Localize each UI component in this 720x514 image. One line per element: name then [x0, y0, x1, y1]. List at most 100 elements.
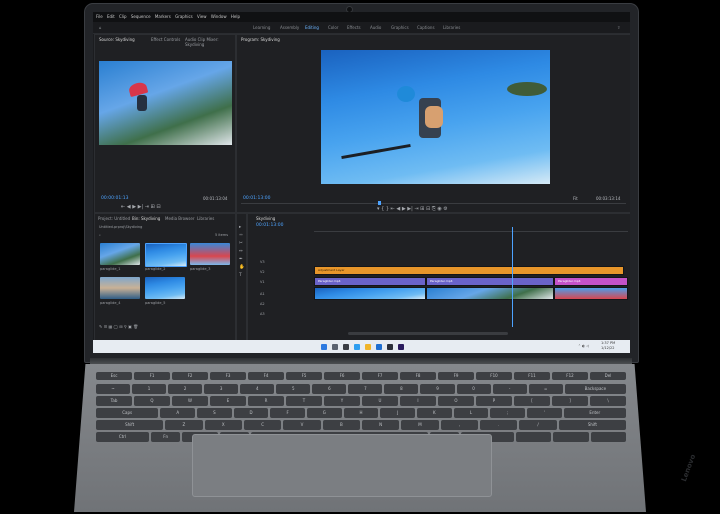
program-scrubber[interactable] — [241, 203, 626, 204]
menu-item-help[interactable]: Help — [231, 14, 240, 19]
tools-icons[interactable]: ▸ ⇿ ✂ ↔ ✒ ✋ T — [239, 224, 245, 280]
key-t[interactable]: T — [286, 396, 322, 406]
key-g[interactable]: G — [307, 408, 342, 418]
menu-item-markers[interactable]: Markers — [155, 14, 171, 19]
key-1[interactable]: 1 — [132, 384, 167, 394]
key-q[interactable]: Q — [134, 396, 170, 406]
key-f6[interactable]: F6 — [324, 372, 360, 380]
video-clip-thumbnails[interactable] — [314, 287, 426, 300]
key-i[interactable]: I — [400, 396, 436, 406]
key-6[interactable]: 6 — [312, 384, 347, 394]
timeline-playhead[interactable] — [512, 227, 513, 327]
key-c[interactable]: C — [243, 420, 282, 430]
tab-effect-controls[interactable]: Effect Controls — [151, 37, 180, 42]
key-f9[interactable]: F9 — [438, 372, 474, 380]
video-clip-thumbnails[interactable] — [426, 287, 554, 300]
key-m[interactable]: M — [401, 420, 439, 430]
key-u[interactable]: U — [362, 396, 398, 406]
key-f3[interactable]: F3 — [210, 372, 246, 380]
workspace-tab-color[interactable]: Color — [328, 22, 338, 33]
key-y[interactable]: Y — [324, 396, 360, 406]
key-f7[interactable]: F7 — [362, 372, 398, 380]
key-symbol[interactable]: . — [480, 420, 518, 430]
clip-thumbnail[interactable] — [100, 277, 140, 299]
workspace-tab-libraries[interactable]: Libraries — [443, 22, 460, 33]
menu-item-graphics[interactable]: Graphics — [175, 14, 193, 19]
key-f11[interactable]: F11 — [514, 372, 550, 380]
key-r[interactable]: R — [248, 396, 284, 406]
tab-media-browser[interactable]: Media Browser — [165, 216, 195, 221]
workspace-tab-audio[interactable]: Audio — [370, 22, 381, 33]
tab-audio-clip-mixer[interactable]: Audio Clip Mixer: Skydiving — [185, 37, 235, 47]
key-n[interactable]: N — [362, 420, 400, 430]
key-symbol[interactable]: ] — [552, 396, 588, 406]
key-caps[interactable]: Caps — [96, 408, 159, 418]
key-9[interactable]: 9 — [420, 384, 455, 394]
menu-item-clip[interactable]: Clip — [119, 14, 127, 19]
key-0[interactable]: 0 — [456, 384, 491, 394]
home-icon[interactable]: ⌂ — [99, 22, 102, 33]
workspace-tab-learning[interactable]: Learning — [253, 22, 270, 33]
share-icon[interactable]: ⇪ — [617, 22, 620, 33]
key-a[interactable]: A — [160, 408, 196, 418]
key-5[interactable]: 5 — [276, 384, 311, 394]
key-symbol[interactable]: , — [440, 420, 479, 430]
timeline-scrollbar[interactable] — [348, 332, 508, 335]
system-tray-icons[interactable]: ⌃ ◐ ◁ — [578, 344, 589, 348]
program-playhead[interactable] — [378, 201, 381, 205]
workspace-tab-graphics[interactable]: Graphics — [391, 22, 409, 33]
key-del[interactable]: Del — [590, 372, 626, 380]
key-symbol[interactable]: ' — [526, 408, 562, 418]
adjustment-layer-clip[interactable]: Adjustment Layer — [314, 266, 624, 275]
key-esc[interactable]: Esc — [96, 372, 132, 380]
menu-item-window[interactable]: Window — [211, 14, 227, 19]
video-clip-thumbnails[interactable] — [554, 287, 628, 300]
file-explorer-icon[interactable] — [365, 344, 371, 350]
tab-program[interactable]: Program: Skydiving — [241, 37, 280, 42]
key-shift[interactable]: Shift — [96, 420, 164, 430]
menu-item-file[interactable]: File — [96, 14, 103, 19]
clock-date[interactable]: 1/12/22 — [601, 346, 615, 350]
key-ctrl[interactable]: Ctrl — [96, 432, 149, 442]
key-f2[interactable]: F2 — [172, 372, 208, 380]
menu-item-edit[interactable]: Edit — [107, 14, 115, 19]
workspace-tab-effects[interactable]: Effects — [347, 22, 361, 33]
tab-sequence-skydiving[interactable]: Skydiving — [256, 216, 275, 221]
key-f12[interactable]: F12 — [552, 372, 588, 380]
key-backspace[interactable]: Backspace — [564, 384, 626, 394]
key-symbol[interactable]: = — [528, 384, 563, 394]
clip-thumbnail[interactable] — [145, 243, 187, 267]
key-4[interactable]: 4 — [240, 384, 275, 394]
store-icon[interactable] — [387, 344, 393, 350]
start-icon[interactable] — [321, 344, 327, 350]
video-clip[interactable]: Paraglider.mp4 — [426, 277, 554, 286]
key-l[interactable]: L — [453, 408, 489, 418]
clip-thumbnail[interactable] — [190, 243, 230, 265]
key-symbol[interactable]: - — [492, 384, 527, 394]
touchpad[interactable] — [192, 434, 492, 497]
key-symbol[interactable]: / — [519, 420, 557, 430]
program-fit-select[interactable]: Fit — [573, 196, 578, 201]
key-o[interactable]: O — [438, 396, 474, 406]
video-clip[interactable]: Paraglider.mp4 — [314, 277, 426, 286]
key-2[interactable]: 2 — [168, 384, 203, 394]
key-v[interactable]: V — [283, 420, 321, 430]
key-j[interactable]: J — [380, 408, 415, 418]
key-symbol[interactable]: ~ — [96, 384, 131, 394]
clip-thumbnail[interactable] — [100, 243, 140, 265]
clock-time[interactable]: 1:37 PM — [601, 341, 615, 345]
key-3[interactable]: 3 — [204, 384, 239, 394]
key-h[interactable]: H — [343, 408, 379, 418]
tab-source[interactable]: Source: Skydiving — [99, 37, 135, 42]
key-b[interactable]: B — [322, 420, 360, 430]
key-tab[interactable]: Tab — [96, 396, 132, 406]
key-z[interactable]: Z — [165, 420, 203, 430]
tab-libraries[interactable]: Libraries — [197, 216, 214, 221]
premiere-pro-icon[interactable] — [398, 344, 404, 350]
key-f10[interactable]: F10 — [476, 372, 512, 380]
video-clip[interactable]: Paraglider.mp4 — [554, 277, 628, 286]
key-7[interactable]: 7 — [348, 384, 383, 394]
key-enter[interactable]: Enter — [563, 408, 626, 418]
tab-project[interactable]: Project: Untitled — [98, 216, 130, 221]
key-shift[interactable]: Shift — [558, 420, 626, 430]
